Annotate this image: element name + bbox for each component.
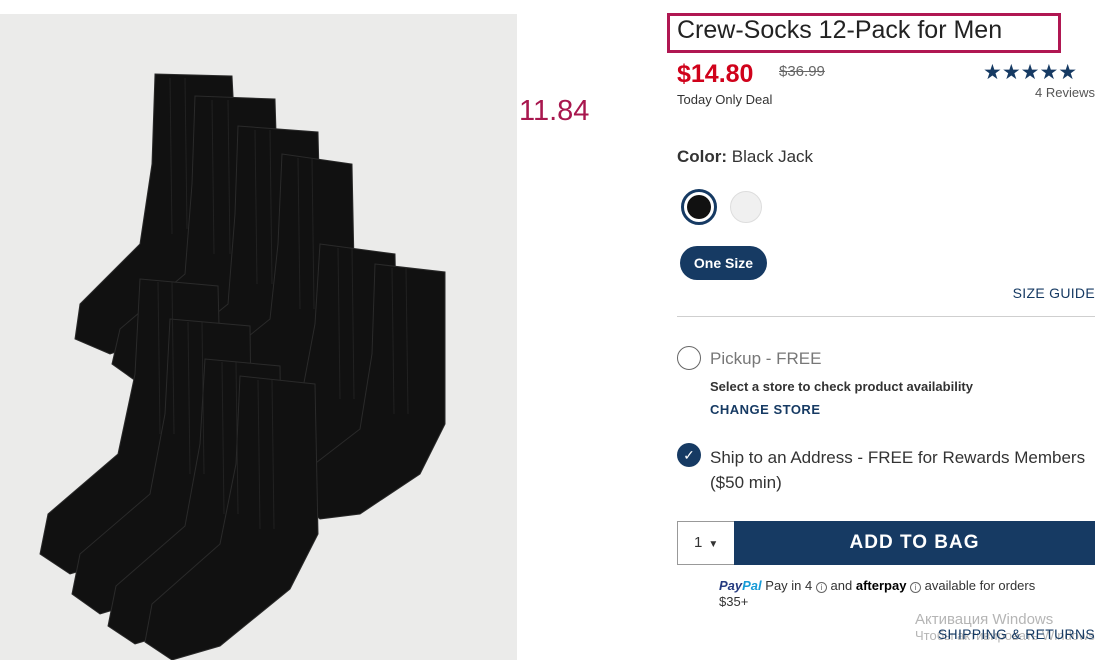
info-icon[interactable]: i <box>815 582 827 593</box>
ship-check-icon[interactable]: ✓ <box>677 443 701 467</box>
price-annotation: 11.84 <box>519 95 590 127</box>
product-title: Crew-Socks 12-Pack for Men <box>677 16 1003 44</box>
pickup-label[interactable]: Pickup - FREE <box>710 349 821 369</box>
quantity-select[interactable]: 1 ▼ <box>677 521 735 565</box>
ship-label[interactable]: Ship to an Address - FREE for Rewards Me… <box>710 445 1090 495</box>
color-label: Color: <box>677 147 728 166</box>
chevron-down-icon: ▼ <box>708 539 719 550</box>
pickup-note: Select a store to check product availabi… <box>710 379 973 394</box>
swatch-black-dot <box>687 195 711 219</box>
color-label-line: Color: Black Jack <box>677 147 813 167</box>
shipping-returns-link[interactable]: SHIPPING & RETURNS <box>938 626 1095 642</box>
payment-options: PayPal Pay in 4 i and afterpay i availab… <box>719 578 1059 610</box>
socks-image <box>39 73 446 660</box>
and-text: and <box>830 578 853 593</box>
add-to-bag-button[interactable]: ADD TO BAG <box>734 521 1095 565</box>
rating-stars-icon[interactable]: ★★★★★ <box>983 60 1077 85</box>
size-one-size-button[interactable]: One Size <box>680 246 767 280</box>
pay-in-text: Pay in 4 <box>765 578 813 593</box>
reviews-link[interactable]: 4 Reviews <box>1035 85 1095 100</box>
original-price: $36.99 <box>779 63 825 80</box>
swatch-white[interactable] <box>730 191 762 223</box>
paypal-logo-icon: PayPal <box>719 578 762 593</box>
quantity-value: 1 <box>694 534 703 551</box>
swatch-black-jack[interactable] <box>681 189 717 225</box>
deal-label: Today Only Deal <box>677 92 773 107</box>
sale-price: $14.80 <box>677 60 754 88</box>
pickup-radio[interactable] <box>677 346 701 370</box>
afterpay-logo-icon: afterpay <box>855 578 907 593</box>
product-image[interactable] <box>0 14 517 660</box>
divider <box>677 316 1095 317</box>
color-value: Black Jack <box>731 147 814 166</box>
size-guide-link[interactable]: SIZE GUIDE <box>1013 285 1095 301</box>
star-rating: ★★★★★ <box>983 61 1078 84</box>
change-store-link[interactable]: CHANGE STORE <box>710 402 821 417</box>
info-icon[interactable]: i <box>910 582 922 593</box>
